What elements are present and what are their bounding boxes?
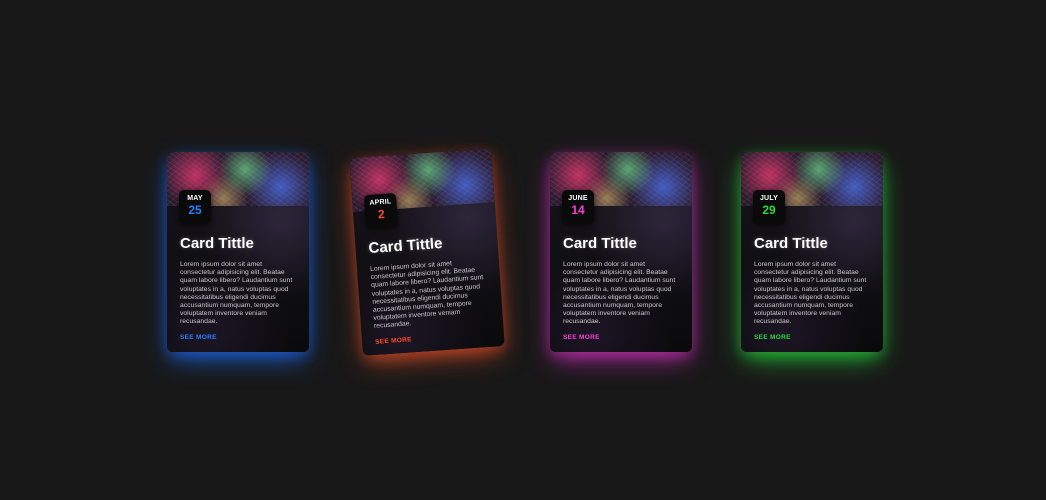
event-card-july[interactable]: JULY 29 Card Tittle Lorem ipsum dolor si… xyxy=(741,152,883,352)
date-month: JUNE xyxy=(568,195,588,202)
see-more-link[interactable]: SEE MORE xyxy=(563,334,600,341)
card-description: Lorem ipsum dolor sit amet consectetur a… xyxy=(563,261,676,326)
event-card-april[interactable]: APRIL 2 Card Tittle Lorem ipsum dolor si… xyxy=(349,148,505,356)
date-day: 14 xyxy=(571,203,585,217)
date-badge: APRIL 2 xyxy=(363,193,399,230)
date-badge: MAY 25 xyxy=(179,190,211,224)
date-day: 25 xyxy=(188,203,202,217)
date-day: 29 xyxy=(762,203,776,217)
event-card-may[interactable]: MAY 25 Card Tittle Lorem ipsum dolor sit… xyxy=(167,152,309,352)
card-gallery: MAY 25 Card Tittle Lorem ipsum dolor sit… xyxy=(0,0,1046,500)
card-description: Lorem ipsum dolor sit amet consectetur a… xyxy=(180,261,293,326)
date-day: 2 xyxy=(377,206,386,222)
see-more-link[interactable]: SEE MORE xyxy=(180,334,217,341)
date-month: JULY xyxy=(759,195,779,202)
date-badge: JULY 29 xyxy=(753,190,785,224)
date-month: MAY xyxy=(187,195,203,202)
card-description: Lorem ipsum dolor sit amet consectetur a… xyxy=(754,261,867,326)
card-description: Lorem ipsum dolor sit amet consectetur a… xyxy=(369,260,484,331)
date-badge: JUNE 14 xyxy=(562,190,594,224)
card-title: Card Tittle xyxy=(563,235,637,252)
see-more-link[interactable]: SEE MORE xyxy=(754,334,791,341)
event-card-june[interactable]: JUNE 14 Card Tittle Lorem ipsum dolor si… xyxy=(550,152,692,352)
card-title: Card Tittle xyxy=(754,235,828,252)
card-title: Card Tittle xyxy=(180,235,254,252)
